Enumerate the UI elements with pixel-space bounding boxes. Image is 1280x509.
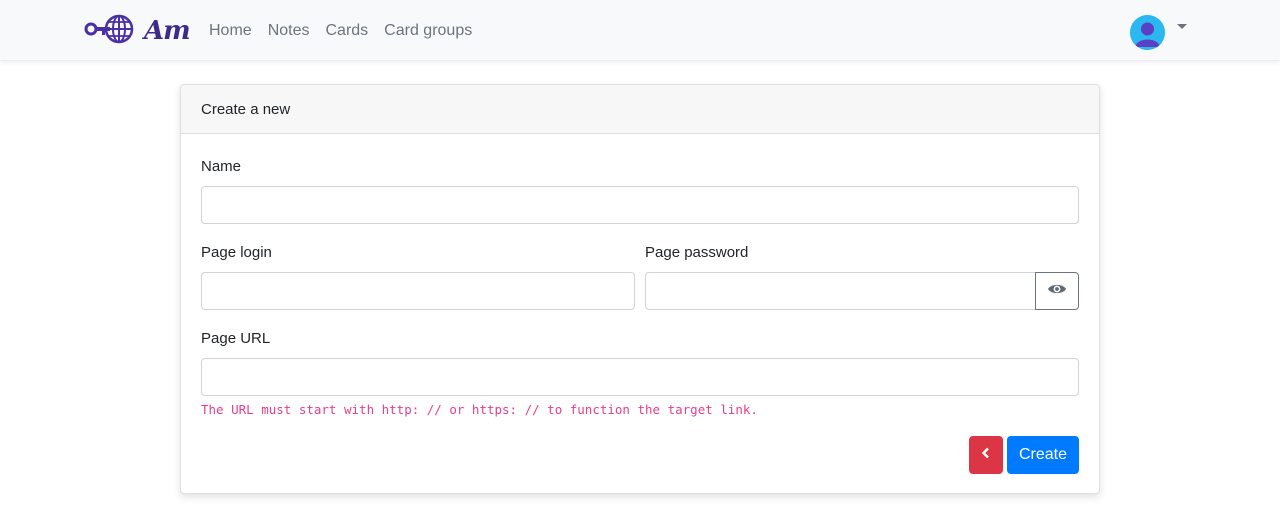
user-avatar-icon: [1130, 15, 1165, 50]
page-password-input[interactable]: [645, 272, 1036, 310]
page-url-input[interactable]: [201, 358, 1079, 396]
create-button[interactable]: Create: [1007, 436, 1079, 474]
brand-text: Am: [144, 16, 191, 46]
caret-down-icon: [1177, 24, 1187, 29]
nav-link-cards[interactable]: Cards: [325, 20, 368, 41]
page-password-label: Page password: [645, 244, 749, 261]
page-url-label: Page URL: [201, 330, 271, 347]
page-login-input[interactable]: [201, 272, 635, 310]
brand[interactable]: Am: [84, 12, 191, 51]
nav-link-card-groups[interactable]: Card groups: [384, 20, 472, 41]
eye-icon: [1047, 282, 1067, 301]
name-input[interactable]: [201, 186, 1079, 224]
name-label: Name: [201, 158, 242, 175]
nav-link-home[interactable]: Home: [209, 20, 252, 41]
navbar: Am Home Notes Cards Card groups: [0, 0, 1280, 61]
page-login-label: Page login: [201, 244, 272, 261]
key-globe-logo-icon: [84, 12, 134, 51]
nav-links: Home Notes Cards Card groups: [209, 20, 488, 41]
toggle-password-visibility-button[interactable]: [1035, 272, 1079, 310]
card-header: Create a new: [181, 85, 1099, 134]
back-button[interactable]: [969, 436, 1003, 474]
nav-link-notes[interactable]: Notes: [268, 20, 310, 41]
create-form-card: Create a new Name Page login Page passwo…: [180, 84, 1100, 494]
page-url-hint: The URL must start with http: // or http…: [201, 402, 758, 417]
chevron-left-icon: [981, 446, 991, 464]
user-menu-toggle[interactable]: [1130, 15, 1187, 50]
